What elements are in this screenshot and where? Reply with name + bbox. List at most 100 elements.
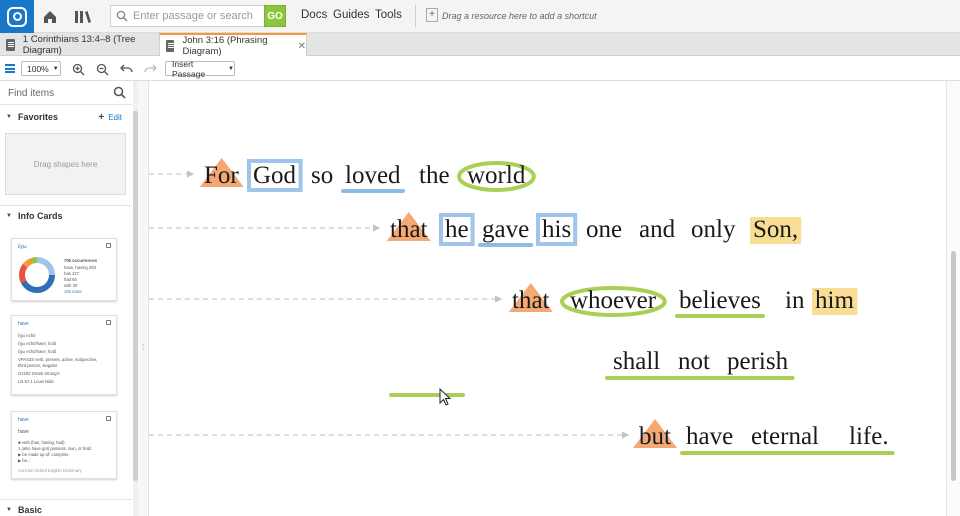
card-line: ■ verb (has, having, had)	[18, 440, 65, 445]
card-line: 1 (also have got) possess, own, or hold.	[18, 446, 93, 451]
card-source: Concise Oxford English Dictionary	[18, 468, 82, 473]
chevron-down-icon: ▼	[228, 65, 234, 72]
zoom-in-icon[interactable]	[71, 62, 85, 76]
phrasing-diagram: For God so loved the worldthat he gave his one and…	[149, 158, 895, 455]
pin-icon[interactable]	[106, 243, 111, 248]
card-line: have	[18, 429, 29, 435]
zoom-out-icon[interactable]	[95, 62, 109, 76]
tab-bar: 1 Corinthians 13:4–8 (Tree Diagram) John…	[0, 33, 960, 57]
edit-label: Edit	[108, 113, 122, 122]
search-input[interactable]	[133, 8, 261, 24]
add-shortcut-icon[interactable]: +	[426, 8, 438, 22]
passage-word[interactable]: eternal	[751, 423, 819, 450]
passage-word[interactable]: one	[586, 216, 622, 243]
info-card-lexicon[interactable]: have ἔχω echō ἔχω echō/have; hold ἔχω ec…	[11, 315, 117, 395]
menu-icon[interactable]	[5, 64, 15, 73]
passage-word[interactable]: world	[467, 162, 526, 189]
card-line: have, having 293	[64, 265, 96, 270]
collapse-icon: ▼	[6, 114, 12, 120]
scrollbar-thumb[interactable]	[951, 251, 956, 481]
info-cards-header[interactable]: ▼ Info Cards	[0, 206, 132, 226]
tab-phrasing-diagram[interactable]: John 3:16 (Phrasing Diagram) ✕	[159, 33, 307, 57]
menu-guides[interactable]: Guides	[333, 9, 369, 21]
home-icon[interactable]	[40, 7, 60, 27]
favorites-header[interactable]: ▼ Favorites + Edit	[0, 107, 132, 127]
find-items-row	[0, 81, 132, 105]
card-more-link[interactable]: 192 more	[64, 289, 82, 294]
passage-word[interactable]: so	[311, 162, 333, 189]
card-line: with 30	[64, 283, 78, 288]
passage-text: For God so loved the worldthat he gave his one and…	[204, 162, 889, 450]
app-logo-button[interactable]	[0, 0, 34, 33]
panel-splitter[interactable]: ⁞	[138, 81, 149, 516]
info-card-word[interactable]: ἔχω 706 occurrences have, having 293 has…	[11, 238, 117, 301]
passage-word[interactable]: shall	[613, 348, 660, 375]
pin-icon[interactable]	[106, 320, 111, 325]
passage-word[interactable]: perish	[727, 348, 789, 375]
zoom-select[interactable]: 100% ▼	[21, 61, 61, 76]
passage-word[interactable]: that	[512, 287, 550, 314]
find-items-input[interactable]	[8, 86, 108, 100]
canvas-scrollbar[interactable]	[946, 81, 960, 516]
card-line: LN 57.1 Louw Nida	[18, 379, 54, 384]
card-line: 706 occurrences	[64, 258, 98, 263]
passage-word[interactable]: but	[639, 423, 671, 450]
library-icon[interactable]	[73, 7, 93, 27]
card-title: have	[18, 417, 29, 423]
passage-word[interactable]: For	[204, 162, 239, 189]
passage-word[interactable]: gave	[482, 216, 529, 243]
passage-word[interactable]: have	[686, 423, 733, 450]
document-icon	[166, 40, 175, 52]
undo-icon[interactable]	[119, 62, 133, 76]
card-title: ἔχω	[18, 244, 27, 250]
shortcut-drop-zone[interactable]: Drag a resource here to add a shortcut	[442, 11, 597, 21]
passage-word[interactable]: loved	[345, 162, 401, 189]
passage-word[interactable]: whoever	[570, 287, 657, 314]
search-icon[interactable]	[113, 86, 126, 104]
card-line: ἔχω echō	[18, 333, 36, 338]
collapse-icon: ▼	[6, 507, 12, 513]
passage-word[interactable]: him	[815, 287, 854, 314]
passage-word[interactable]: he	[445, 216, 469, 243]
passage-word[interactable]: believes	[679, 287, 761, 314]
pin-icon[interactable]	[106, 416, 111, 421]
tab-label: 1 Corinthians 13:4–8 (Tree Diagram)	[22, 33, 136, 56]
collapse-icon: ▼	[6, 213, 12, 219]
card-title: have	[18, 321, 29, 327]
basic-header[interactable]: ▼ Basic	[0, 500, 132, 516]
diagram-canvas[interactable]: For God so loved the world that he gave his one and…	[149, 81, 946, 516]
menu-tools[interactable]: Tools	[375, 9, 402, 21]
passage-word[interactable]: God	[253, 162, 297, 189]
search-box	[110, 5, 265, 27]
insert-passage-label: Insert Passage	[172, 58, 206, 79]
info-card-dictionary[interactable]: have have ■ verb (has, having, had) 1 (a…	[11, 411, 117, 479]
search-icon	[116, 9, 128, 27]
tab-tree-diagram[interactable]: 1 Corinthians 13:4–8 (Tree Diagram)	[0, 33, 158, 56]
favorites-title: Favorites	[17, 112, 58, 122]
passage-word[interactable]: his	[542, 216, 571, 243]
go-button[interactable]: GO	[264, 5, 286, 27]
zoom-value: 100%	[27, 63, 49, 74]
passage-word[interactable]: and	[639, 216, 676, 243]
passage-word[interactable]: in	[785, 287, 805, 314]
card-line: ἔχω echō/have; hold	[18, 349, 56, 354]
card-line: ▶ be made up of; comprise.	[18, 452, 70, 457]
close-tab-icon[interactable]: ✕	[298, 41, 306, 52]
insert-passage-button[interactable]: Insert Passage ▼	[165, 58, 235, 79]
menu-docs[interactable]: Docs	[301, 9, 327, 21]
info-cards-title: Info Cards	[17, 211, 63, 221]
document-icon	[6, 38, 15, 51]
passage-word[interactable]: only	[691, 216, 736, 243]
passage-word[interactable]: that	[390, 216, 428, 243]
passage-word[interactable]: the	[419, 162, 450, 189]
favorites-edit-button[interactable]: + Edit	[98, 112, 122, 123]
passage-word[interactable]: Son,	[753, 216, 798, 243]
card-line: had 65	[64, 277, 77, 282]
grip-icon: ⁞	[142, 343, 145, 352]
redo-icon[interactable]	[143, 62, 157, 76]
passage-word[interactable]: life.	[849, 423, 889, 450]
favorites-drop-zone[interactable]: Drag shapes here	[5, 133, 126, 195]
passage-word[interactable]: not	[678, 348, 710, 375]
chevron-down-icon: ▼	[52, 65, 59, 72]
plus-icon: +	[98, 112, 105, 123]
